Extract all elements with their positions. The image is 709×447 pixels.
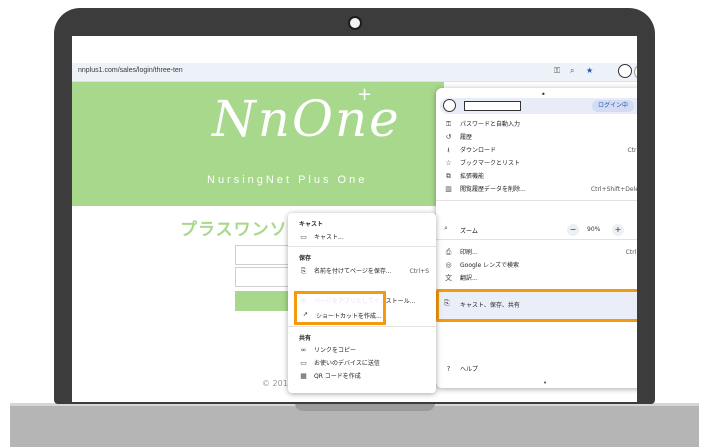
submenu-divider: [288, 326, 436, 327]
profile-row[interactable]: ログイン中 ›: [440, 98, 637, 114]
url-text[interactable]: nnplus1.com/sales/login/three-ten: [78, 67, 183, 74]
menu-item-lens[interactable]: ◎ Google レンズで検索: [444, 260, 637, 271]
laptop-notch: [295, 403, 435, 411]
signed-in-badge: ログイン中: [592, 100, 634, 112]
profile-avatar[interactable]: [618, 64, 632, 78]
submenu-item-cast[interactable]: ▭ キャスト...: [299, 232, 431, 243]
submenu-item-create-qr[interactable]: ▦ QR コードを作成: [299, 371, 431, 382]
star-icon[interactable]: ★: [586, 66, 593, 76]
address-bar[interactable]: nnplus1.com/sales/login/three-ten ⚿ ⌕ ★ …: [72, 63, 637, 82]
menu-item-passwords[interactable]: ⚿ パスワードと自動入力 ›: [444, 119, 637, 130]
menu-item-extensions[interactable]: ⧉ 拡張機能 ›: [444, 171, 637, 182]
site-hero: NnOne + NursingNet Plus One: [72, 82, 444, 206]
history-icon: ↺: [445, 133, 452, 141]
screen: nnplus1.com/sales/login/three-ten ⚿ ⌕ ★ …: [72, 36, 637, 402]
menu-item-help[interactable]: ? ヘルプ ›: [444, 364, 637, 375]
save-page-icon: ⎘: [300, 267, 307, 275]
menu-item-translate[interactable]: 文 翻訳...: [444, 273, 637, 284]
submenu-header-save: 保存: [299, 255, 312, 262]
submenu-item-send-devices[interactable]: ▭ お使いのデバイスに送信: [299, 358, 431, 369]
site-logo-subtitle: NursingNet Plus One: [207, 174, 368, 186]
menu-item-bookmarks[interactable]: ☆ ブックマークとリスト ›: [444, 158, 637, 169]
trash-icon: ▥: [445, 185, 452, 193]
submenu-item-save-page[interactable]: ⎘ 名前を付けてページを保存... Ctrl+S: [299, 266, 431, 277]
highlight-create-shortcut: ↗ ショートカットを作成...: [294, 291, 386, 325]
menu-item-print[interactable]: ⎙ 印刷... Ctrl+P: [444, 247, 637, 258]
site-title: プラスワンソリ: [180, 220, 306, 240]
submenu-item-copy-link[interactable]: ∞ リンクをコピー: [299, 345, 431, 356]
zoom-icon: ⌕: [444, 224, 448, 232]
help-icon: ?: [446, 365, 451, 373]
lens-icon: ◎: [445, 261, 452, 269]
key-icon: ⚿: [445, 120, 452, 128]
star-outline-icon: ☆: [445, 159, 452, 167]
extension-icon: ⧉: [446, 172, 451, 180]
zoom-in-button[interactable]: +: [612, 224, 624, 236]
translate-icon: 文: [445, 274, 452, 282]
logo-plus: +: [357, 84, 373, 105]
download-icon: ⭳: [447, 146, 450, 154]
submenu-header-cast: キャスト: [299, 221, 324, 228]
key-icon[interactable]: ⚿: [554, 66, 560, 76]
qr-code-icon: ▦: [300, 372, 307, 380]
zoom-row: ⌕ ズーム − 90% + ⛶: [444, 223, 637, 237]
menu-item-clear-data[interactable]: ▥ 閲覧履歴データを削除... Ctrl+Shift+Delete: [444, 184, 637, 195]
menu-divider: [436, 200, 637, 201]
chrome-main-menu: • ログイン中 › ⚿ パスワードと自動入力 › ↺ 履歴 › ⭳ ダウンロード…: [436, 88, 637, 388]
menu-item-history[interactable]: ↺ 履歴 ›: [444, 132, 637, 143]
menu-item-downloads[interactable]: ⭳ ダウンロード Ctrl+J: [444, 145, 637, 156]
print-icon: ⎙: [445, 248, 452, 256]
highlight-shortcut-label[interactable]: ショートカットを作成...: [316, 311, 382, 320]
zoom-out-button[interactable]: −: [567, 224, 579, 236]
zoom-value: 90%: [587, 226, 601, 233]
profile-name: [464, 101, 521, 111]
laptop-base: [10, 403, 699, 447]
site-logo: NnOne: [212, 90, 401, 148]
camera-icon: [348, 16, 362, 30]
submenu-divider: [288, 246, 436, 247]
scroll-indicator: •: [543, 379, 548, 387]
zoom-label: ズーム: [460, 228, 478, 235]
menu-kebab-button[interactable]: ⋮: [634, 64, 637, 80]
submenu-header-share: 共有: [299, 335, 312, 342]
link-icon: ∞: [300, 346, 307, 354]
highlight-shortcut-icon: ↗: [303, 311, 309, 318]
menu-divider: [436, 239, 637, 240]
devices-icon: ▭: [300, 359, 307, 367]
zoom-icon[interactable]: ⌕: [570, 66, 574, 76]
profile-avatar-icon: [443, 99, 456, 112]
cast-icon: ▭: [300, 233, 307, 241]
highlight-cast-save-share: [436, 289, 637, 322]
